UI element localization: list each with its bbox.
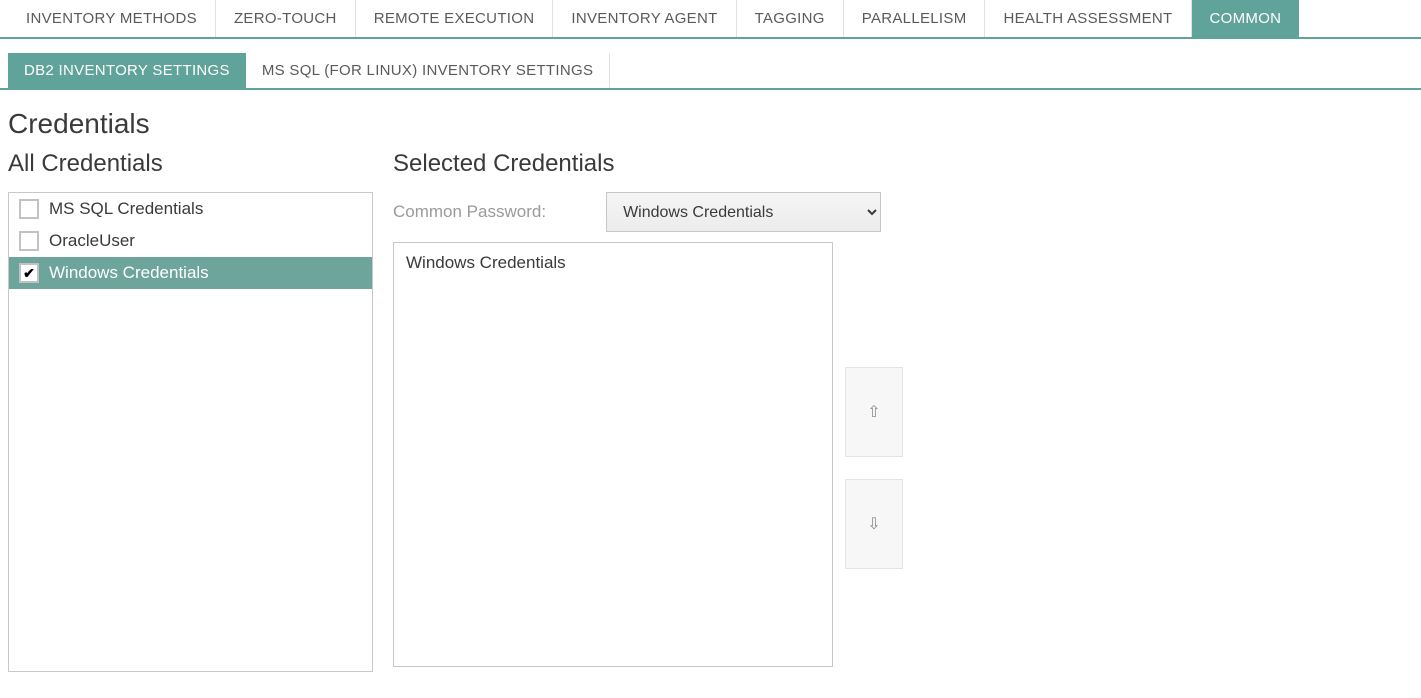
tab-remote-execution[interactable]: REMOTE EXECUTION	[356, 0, 554, 37]
credential-item[interactable]: OracleUser	[9, 225, 372, 257]
tab-inventory-methods[interactable]: INVENTORY METHODS	[8, 0, 216, 37]
credential-checkbox[interactable]	[19, 263, 39, 283]
arrow-down-icon: ⇩	[867, 514, 880, 534]
main-tab-bar: INVENTORY METHODSZERO-TOUCHREMOTE EXECUT…	[0, 0, 1421, 39]
tab-tagging[interactable]: TAGGING	[737, 0, 844, 37]
move-up-button[interactable]: ⇧	[845, 367, 903, 457]
subtab-ms-sql-for-linux-inventory-settings[interactable]: MS SQL (FOR LINUX) INVENTORY SETTINGS	[246, 53, 610, 88]
sub-tab-bar: DB2 INVENTORY SETTINGSMS SQL (FOR LINUX)…	[0, 53, 1421, 90]
tab-parallelism[interactable]: PARALLELISM	[844, 0, 986, 37]
page-title: Credentials	[8, 108, 1421, 140]
credential-checkbox[interactable]	[19, 231, 39, 251]
common-password-select[interactable]: Windows Credentials	[606, 192, 881, 232]
selected-credential-item[interactable]: Windows Credentials	[406, 253, 820, 273]
all-credentials-list[interactable]: MS SQL Credentials OracleUser Windows Cred…	[8, 192, 373, 672]
credential-item[interactable]: MS SQL Credentials	[9, 193, 372, 225]
credential-checkbox[interactable]	[19, 199, 39, 219]
tab-inventory-agent[interactable]: INVENTORY AGENT	[553, 0, 736, 37]
move-down-button[interactable]: ⇩	[845, 479, 903, 569]
common-password-row: Common Password: Windows Credentials	[393, 192, 933, 232]
credential-label: Windows Credentials	[49, 263, 209, 283]
tab-health-assessment[interactable]: HEALTH ASSESSMENT	[985, 0, 1191, 37]
selected-credentials-title: Selected Credentials	[393, 150, 933, 178]
credential-label: OracleUser	[49, 231, 135, 251]
selected-credentials-list[interactable]: Windows Credentials	[393, 242, 833, 667]
tab-zero-touch[interactable]: ZERO-TOUCH	[216, 0, 356, 37]
arrow-up-icon: ⇧	[867, 402, 880, 422]
reorder-buttons: ⇧ ⇩	[845, 367, 903, 569]
all-credentials-panel: All Credentials MS SQL Credentials Oracle…	[8, 150, 373, 672]
selected-credentials-panel: Selected Credentials Common Password: Wi…	[393, 150, 933, 672]
tab-common[interactable]: COMMON	[1192, 0, 1300, 37]
subtab-db2-inventory-settings[interactable]: DB2 INVENTORY SETTINGS	[8, 53, 246, 88]
common-password-label: Common Password:	[393, 202, 546, 222]
all-credentials-title: All Credentials	[8, 150, 373, 178]
credential-item[interactable]: Windows Credentials	[9, 257, 372, 289]
credential-label: MS SQL Credentials	[49, 199, 203, 219]
